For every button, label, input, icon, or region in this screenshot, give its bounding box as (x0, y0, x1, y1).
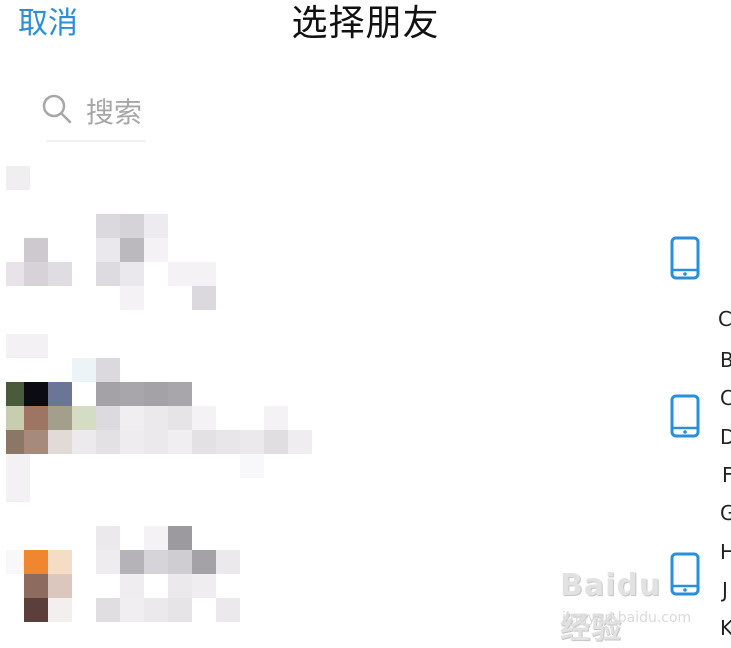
watermark-brand: Baidu 经验 (560, 568, 662, 646)
phone-icon (670, 394, 700, 438)
search-underline (46, 140, 146, 142)
watermark-url: jingyan.baidu.com (562, 610, 692, 626)
index-letter[interactable]: H (720, 539, 731, 565)
index-letter[interactable]: F (722, 462, 731, 488)
watermark: Baidu 经验 jingyan.baidu.com (560, 568, 700, 646)
index-letter[interactable]: D (720, 424, 731, 450)
phone-icon (670, 236, 700, 280)
search-icon (40, 92, 74, 130)
index-letter[interactable]: J (722, 577, 731, 603)
index-letter[interactable]: G (720, 500, 731, 526)
index-letter[interactable]: K (720, 615, 731, 641)
search-bar[interactable]: 搜索 (40, 88, 240, 134)
index-letter[interactable]: C (720, 385, 731, 411)
search-input[interactable]: 搜索 (86, 91, 142, 131)
index-letter[interactable]: C (718, 306, 731, 332)
page-title: 选择朋友 (291, 3, 440, 44)
index-letter[interactable]: B (720, 347, 731, 373)
